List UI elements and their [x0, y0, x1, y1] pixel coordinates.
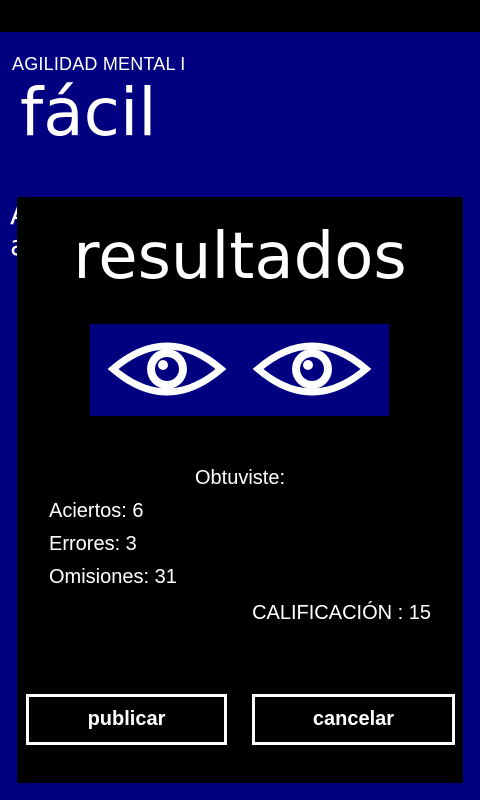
left-eye-icon	[107, 342, 227, 396]
app-title: AGILIDAD MENTAL I	[12, 54, 186, 74]
errores-text: Errores: 3	[49, 533, 137, 555]
cancelar-button[interactable]: cancelar	[252, 694, 455, 745]
eyes-icon	[90, 324, 389, 416]
dialog-title: resultados	[73, 220, 407, 294]
calificacion-text: CALIFICACIÓN : 15	[252, 602, 431, 624]
page-title: fácil	[20, 74, 157, 151]
status-bar	[0, 0, 480, 32]
phone-screen: AGILIDAD MENTAL I fácil A a resultados O…	[0, 0, 480, 800]
aciertos-text: Aciertos: 6	[49, 500, 144, 522]
obtuviste-label: Obtuviste:	[194, 467, 286, 489]
omisiones-text: Omisiones: 31	[49, 566, 177, 588]
publicar-button[interactable]: publicar	[26, 694, 227, 745]
right-eye-icon	[252, 342, 372, 396]
results-dialog: resultados Obtuviste: Aciertos: 6 Errore…	[17, 197, 463, 783]
